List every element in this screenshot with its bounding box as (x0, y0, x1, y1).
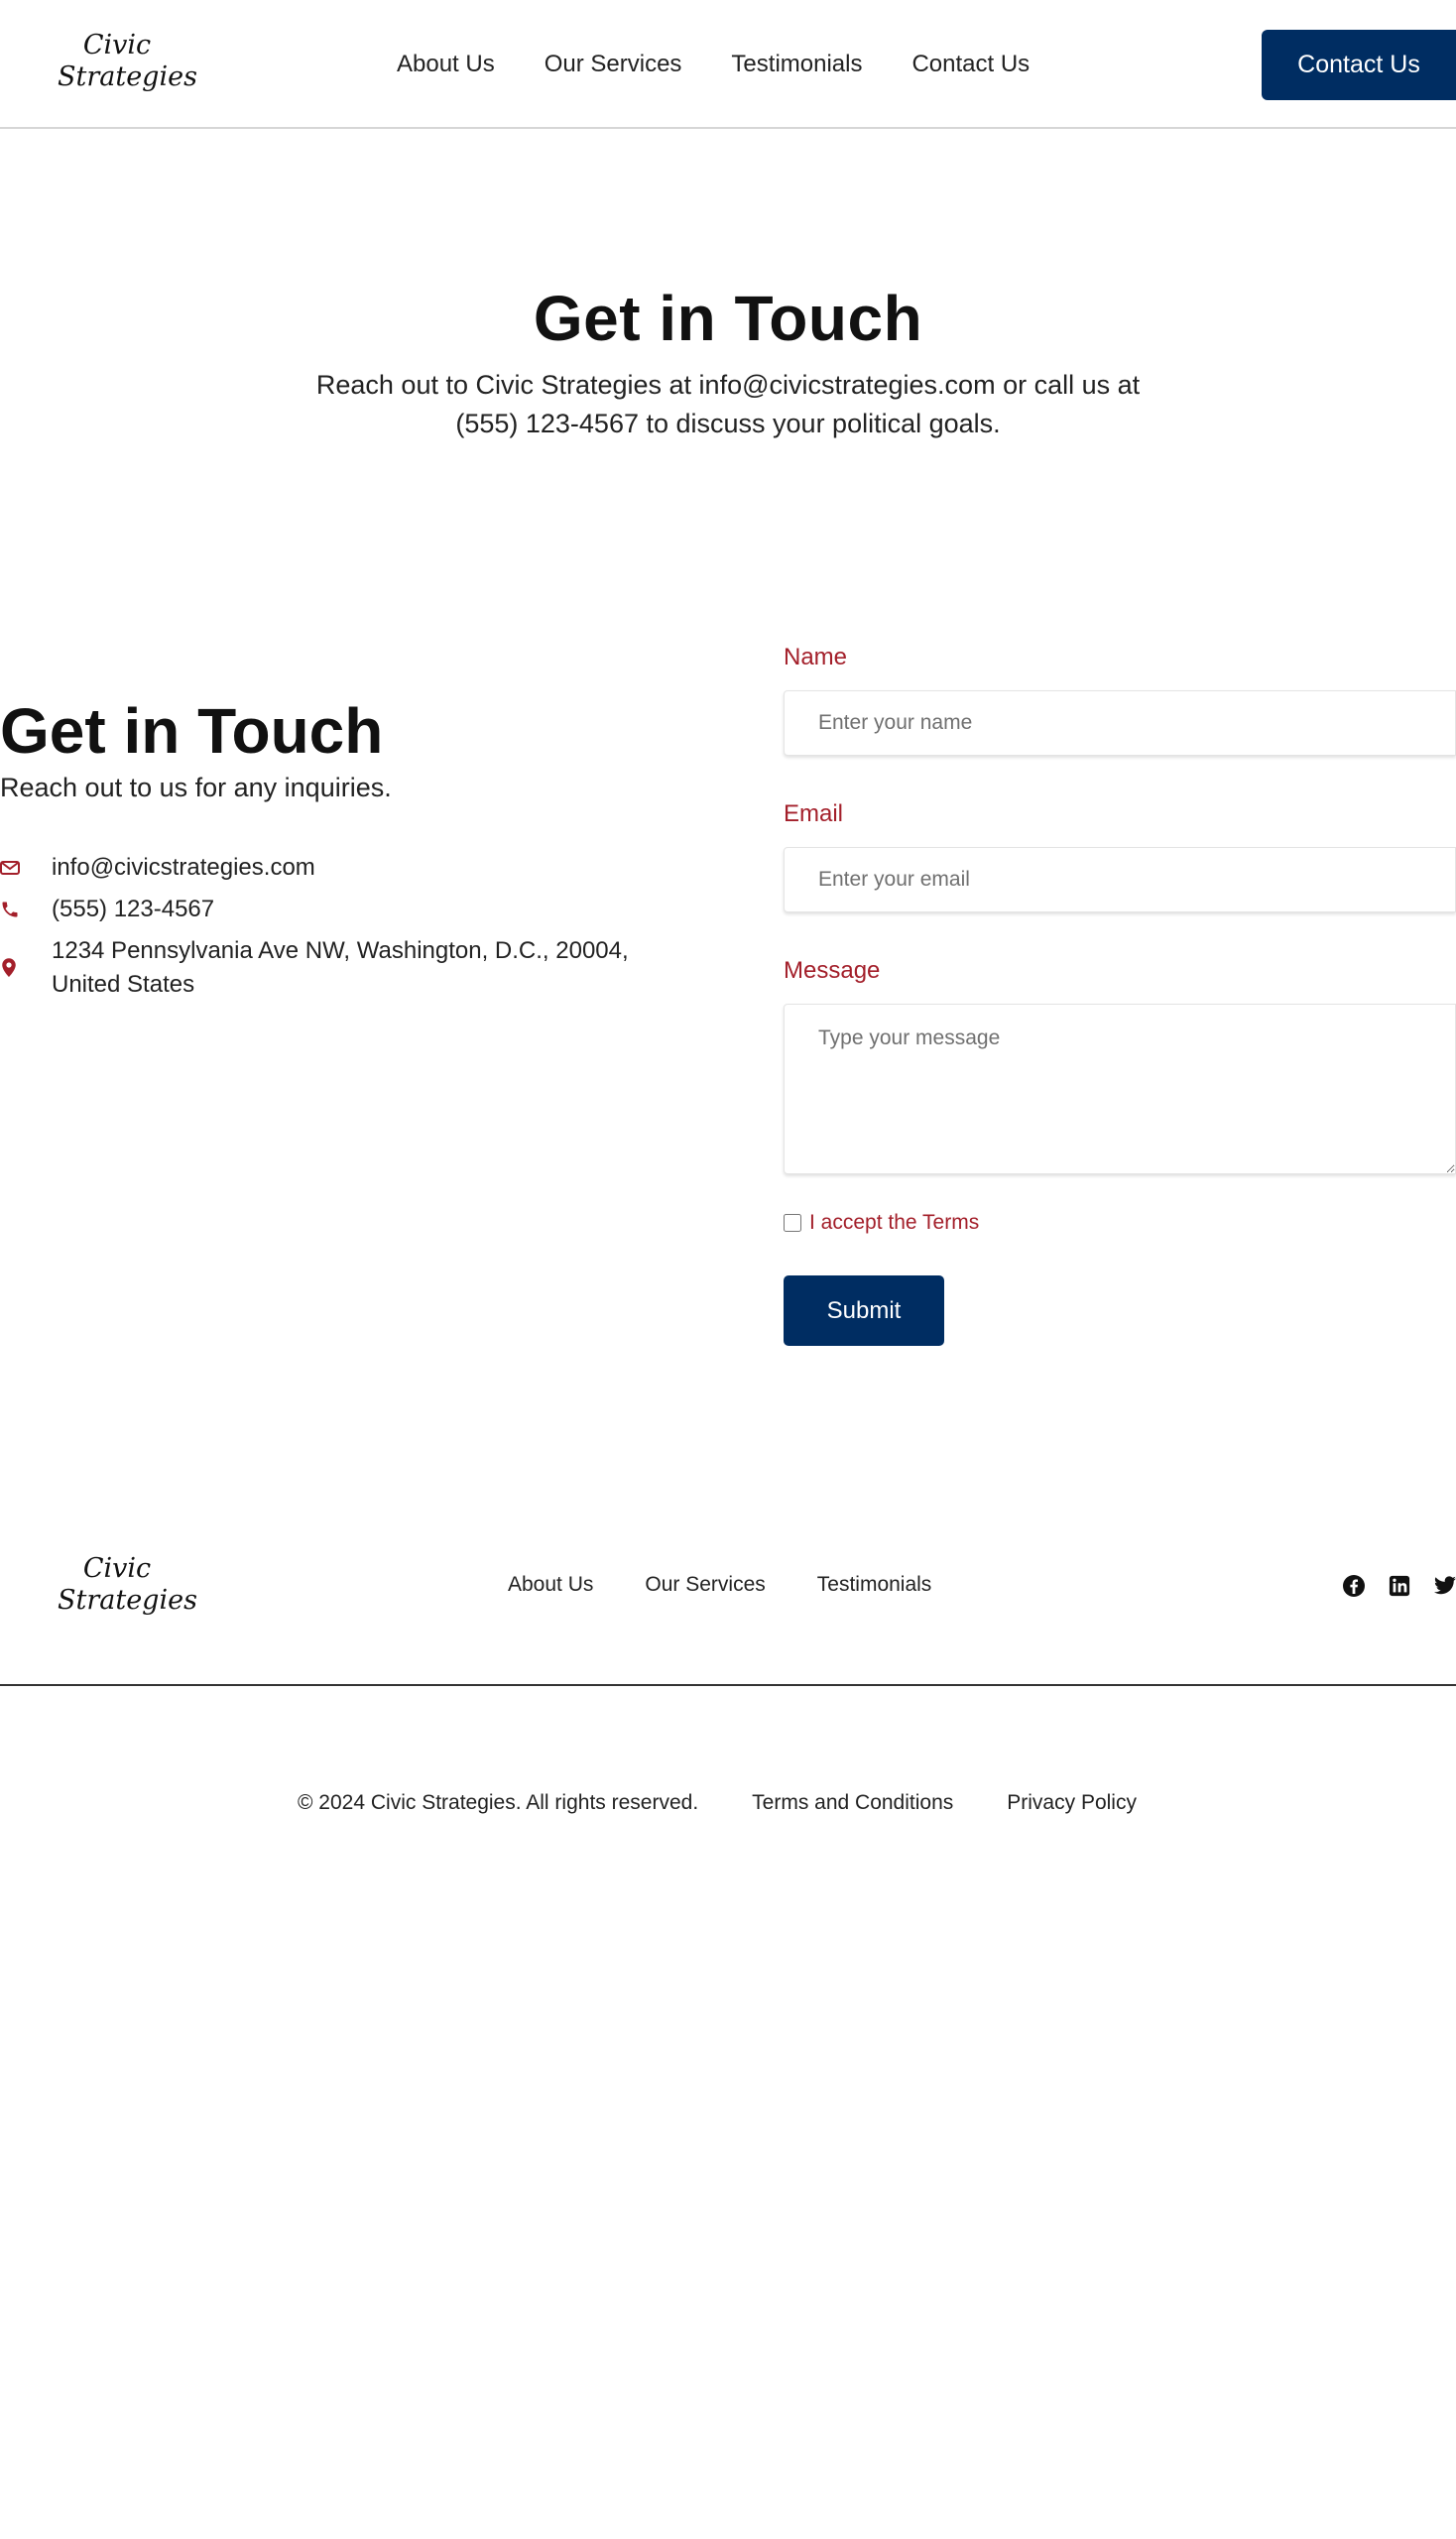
hero-title: Get in Touch (533, 282, 923, 354)
terms-checkbox[interactable] (784, 1214, 801, 1232)
terms-checkbox-row[interactable]: I accept the Terms (784, 1208, 1456, 1238)
contact-phone[interactable]: (555) 123-4567 (52, 893, 686, 926)
nav-link-our-services[interactable]: Our Services (545, 51, 682, 78)
nav-link-about-us[interactable]: About Us (397, 51, 495, 78)
contact-form: Name Email Message I accept the Terms Su… (784, 643, 1456, 1346)
envelope-icon (0, 851, 52, 885)
twitter-icon[interactable] (1432, 1573, 1456, 1599)
contact-title: Get in Touch (0, 695, 384, 768)
footer-bottom: © 2024 Civic Strategies. All rights rese… (298, 1791, 1137, 1815)
contact-phone-item: (555) 123-4567 (0, 893, 694, 926)
contact-address-item: 1234 Pennsylvania Ave NW, Washington, D.… (0, 934, 694, 1002)
contact-email-item: info@civicstrategies.com (0, 851, 694, 885)
name-input[interactable] (784, 690, 1456, 756)
site-header: Civic Strategies About Us Our Services T… (0, 0, 1456, 129)
email-field-group: Email (784, 799, 1456, 912)
social-links (1341, 1573, 1456, 1599)
contact-email[interactable]: info@civicstrategies.com (52, 851, 686, 885)
message-textarea[interactable] (784, 1004, 1456, 1174)
contact-address: 1234 Pennsylvania Ave NW, Washington, D.… (52, 937, 629, 998)
contact-subtitle: Reach out to us for any inquiries. (0, 773, 392, 802)
phone-icon (0, 893, 52, 926)
name-field-group: Name (784, 643, 1456, 756)
contact-info-list: info@civicstrategies.com (555) 123-4567 … (0, 851, 694, 1010)
nav-link-testimonials[interactable]: Testimonials (731, 51, 862, 78)
footer-link-our-services[interactable]: Our Services (645, 1573, 765, 1597)
terms-label: I accept the Terms (809, 1211, 980, 1234)
footer-link-testimonials[interactable]: Testimonials (817, 1573, 932, 1597)
logo-line2: Strategies (58, 61, 197, 92)
message-label: Message (784, 957, 881, 984)
map-pin-icon (0, 934, 52, 1002)
submit-button[interactable]: Submit (784, 1275, 944, 1346)
terms-and-conditions-link[interactable]: Terms and Conditions (752, 1791, 953, 1815)
copyright-text: © 2024 Civic Strategies. All rights rese… (298, 1791, 699, 1814)
facebook-icon[interactable] (1341, 1573, 1367, 1599)
footer-logo-line2: Strategies (58, 1585, 197, 1616)
message-field-group: Message (784, 956, 1456, 1174)
email-label: Email (784, 800, 844, 827)
footer-logo[interactable]: Civic Strategies (58, 1553, 197, 1623)
email-input[interactable] (784, 847, 1456, 912)
nav-link-contact-us[interactable]: Contact Us (911, 51, 1030, 78)
main-nav: About Us Our Services Testimonials Conta… (397, 50, 1030, 79)
footer-divider (0, 1684, 1456, 1686)
name-label: Name (784, 644, 848, 670)
linkedin-icon[interactable] (1387, 1573, 1412, 1599)
footer-nav: About Us Our Services Testimonials (508, 1573, 931, 1597)
logo[interactable]: Civic Strategies (58, 30, 197, 99)
contact-us-button[interactable]: Contact Us (1262, 30, 1456, 100)
hero-description: Reach out to Civic Strategies at info@ci… (315, 370, 1141, 438)
privacy-policy-link[interactable]: Privacy Policy (1007, 1791, 1137, 1815)
footer-link-about-us[interactable]: About Us (508, 1573, 593, 1597)
footer-logo-line1: Civic (82, 1553, 152, 1584)
logo-line1: Civic (82, 30, 152, 60)
